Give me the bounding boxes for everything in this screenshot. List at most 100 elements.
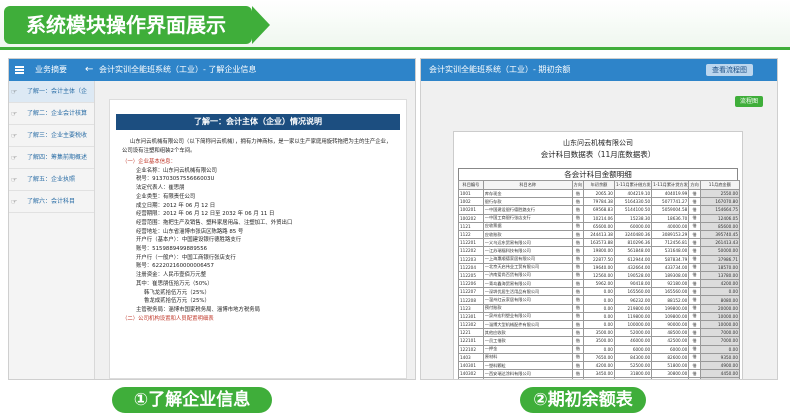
document-line: 经营地址：山东省淄博市张店区陈路路 85 号 xyxy=(136,228,244,235)
document-line: 法定代表人：崔思朋 xyxy=(136,185,185,192)
table-cell: —中国工商银行张店支行 xyxy=(482,213,573,223)
table-cell: 借 xyxy=(688,369,701,379)
table-cell: 14562.00 xyxy=(582,377,615,379)
menu-icon[interactable] xyxy=(15,66,24,74)
caption-company-info: ①了解企业信息 xyxy=(112,387,272,413)
table-cell: 404019.99 xyxy=(651,188,690,199)
table-cell: 96232.00 xyxy=(613,295,653,305)
table-cell: 112302 xyxy=(458,319,484,330)
table-cell: 122102 xyxy=(458,344,484,354)
table-cell: 165560.00 xyxy=(613,287,653,297)
table-cell: 借 xyxy=(571,377,585,379)
table-cell: 借 xyxy=(688,336,701,346)
table-cell: 借 xyxy=(571,246,585,256)
banner: 系统模块操作界面展示 xyxy=(0,0,790,50)
balance-table: 科目编号科目名称方向年初余额1-11月累计借方发生额1-11月累计贷方发生额方向… xyxy=(458,180,741,379)
table-cell: 借 xyxy=(688,352,701,362)
table-cell: 2065.30 xyxy=(582,188,615,199)
hand-pointer-icon: ☞ xyxy=(11,132,18,140)
table-cell: 3500.00 xyxy=(582,336,615,346)
table-cell: 8080.00 xyxy=(699,295,741,305)
table-cell: 261413.43 xyxy=(699,238,741,248)
table-cell: 167070.80 xyxy=(699,197,741,207)
table-cell: 借 xyxy=(688,205,701,215)
balance-content: 流程图 山东问云机械有限公司 会计科目数据表（11月底数据表） 各会计科目金额明… xyxy=(431,89,769,379)
table-cell: 3500.00 xyxy=(582,328,615,338)
right-window-title: 会计实训全能班系统（工业）- 期初余额 xyxy=(429,65,571,74)
table-cell: 借 xyxy=(571,229,585,240)
table-cell: 119800.00 xyxy=(613,311,653,322)
table-cell: 借 xyxy=(688,344,701,354)
table-cell: 40000.00 xyxy=(651,221,690,231)
table-row: 140302 —西安瑞达涂料有限公司借 3450.00 31800.00 30800.0… xyxy=(458,369,741,379)
table-cell: 90418.00 xyxy=(613,279,653,289)
hand-pointer-icon: ☞ xyxy=(11,154,18,162)
sidebar-item[interactable]: ☞ 了解二：企业会计核算 xyxy=(9,103,94,125)
table-row: 1002 银行存款借 79784.38 5164330.50 5077741.27 借 16… xyxy=(458,197,741,207)
table-cell: 712456.81 xyxy=(651,238,690,248)
table-cell: 18570.00 xyxy=(699,262,741,272)
sidebar: ☞ 了解一：会计主体（企 ☞ 了解二：企业会计核算 ☞ 了解三：企业主要税收 ☞ 了解四：筹集… xyxy=(9,81,95,379)
sidebar-item[interactable]: ☞ 了解一：会计主体（企 xyxy=(9,81,94,103)
table-cell: 125216.00 xyxy=(651,377,690,379)
table-row: 112203 —上海惠顺德家居有限公司借 22877.50 612944.00 5878… xyxy=(458,254,741,264)
table-cell: 借 xyxy=(571,262,585,272)
table-cell: 163573.88 xyxy=(582,238,615,248)
table-cell: 404219.10 xyxy=(613,188,653,199)
table-cell: 1403 xyxy=(458,352,484,362)
table-cell: 0.00 xyxy=(582,287,615,297)
sidebar-item-label: 了解一：会计主体（企 xyxy=(27,88,88,95)
table-cell: 112207 xyxy=(458,287,484,297)
biz-summary-link[interactable]: 业务摘要 xyxy=(35,59,67,81)
table-row: 122102 —押金借 0.00 6000.00 6000.00 借 0.00 xyxy=(458,344,741,354)
sidebar-item-label: 了解五：企业执照 xyxy=(27,176,76,183)
table-cell: 129474.00 xyxy=(613,377,653,379)
opening-balance-screenshot: 会计实训全能班系统（工业）- 期初余额 查看流程图 流程图 山东问云机械有限公司… xyxy=(420,58,778,380)
table-cell: 122101 xyxy=(458,336,484,346)
table-cell: 借 xyxy=(571,336,585,346)
document-line: （一）企业基本信息： xyxy=(122,159,176,165)
table-cell: 库存商品 xyxy=(482,377,573,379)
document-line: 开户行（基本户）：中国建设银行德胜路支行 xyxy=(136,237,242,244)
document-line: 企业名称：山东问云机械有限公司 xyxy=(136,167,217,174)
table-row: 112302 —淄博大型机械配件有限公司借 0.00 100000.00 90000.0… xyxy=(458,319,741,330)
view-flowchart-button[interactable]: 查看流程图 xyxy=(706,64,753,76)
table-row: 100201 —中国建设银行德胜路支行借 69568.83 5144100.50 505… xyxy=(458,205,741,215)
table-cell: 3089153.29 xyxy=(651,229,690,240)
table-cell: —济南爱尚百货有限公司 xyxy=(482,270,573,281)
sidebar-item[interactable]: ☞ 了解五：企业执照 xyxy=(9,169,94,191)
table-row: 1123 预付账款借 0.00 219800.00 199800.00 借 20000.00 xyxy=(458,303,741,313)
table-cell: 1221 xyxy=(458,328,484,338)
table-cell: 100000.00 xyxy=(613,319,653,330)
flowchart-button[interactable]: 流程图 xyxy=(734,96,763,107)
table-cell: 借 xyxy=(571,328,585,338)
table-cell: 借 xyxy=(571,319,585,330)
document-line: 企业类型：有限责任公司 xyxy=(136,193,196,200)
sheet-subtitle: 各会计科目金额明细 xyxy=(458,168,738,180)
table-cell: 112202 xyxy=(458,246,484,256)
table-cell: 189308.00 xyxy=(651,270,690,281)
table-cell: —中国建设银行德胜路支行 xyxy=(482,205,573,215)
table-cell: 应收账款 xyxy=(482,229,573,240)
sidebar-item[interactable]: ☞ 了解三：企业主要税收 xyxy=(9,125,94,147)
table-cell: 395740.45 xyxy=(699,229,741,240)
table-cell: 50000.00 xyxy=(699,246,741,256)
back-arrow-icon[interactable]: ← xyxy=(85,59,93,81)
table-cell: —员工借款 xyxy=(482,336,573,346)
table-cell: 52000.00 xyxy=(613,328,653,338)
table-cell: 1121 xyxy=(458,221,484,231)
table-cell: 借 xyxy=(688,295,701,305)
sheet-title: 会计科目数据表（11月底数据表） xyxy=(540,150,656,159)
table-cell: 7650.00 xyxy=(582,352,615,362)
sidebar-item-label: 了解三：企业主要税收 xyxy=(27,132,88,139)
table-cell: 85600.00 xyxy=(699,221,741,231)
banner-title: 系统模块操作界面展示 xyxy=(4,6,270,44)
table-cell: 190528.00 xyxy=(613,270,653,281)
document-line: 经营期限：2012 年 06 月 12 日至 2032 年 06 月 11 日 xyxy=(136,211,275,218)
table-cell: —青岛鑫海贸易有限公司 xyxy=(482,279,573,289)
sidebar-item[interactable]: ☞ 了解六：会计科目 xyxy=(9,191,94,213)
table-row: 140301 —塑料颗粒借 4200.00 52500.00 51800.00 借 4900… xyxy=(458,360,741,371)
table-cell: 0.00 xyxy=(582,344,615,354)
sidebar-item[interactable]: ☞ 了解四：筹集前期概述 xyxy=(9,147,94,169)
table-cell: 112201 xyxy=(458,238,484,248)
